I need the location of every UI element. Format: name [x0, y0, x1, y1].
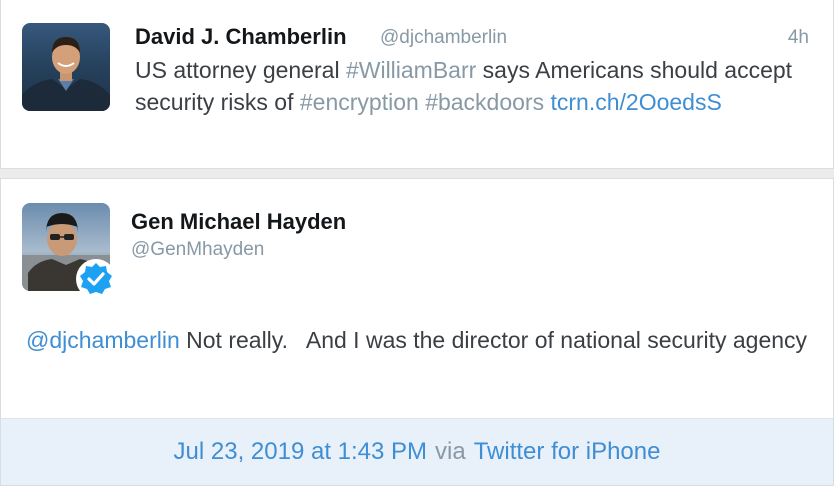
timestamp[interactable]: 4h	[788, 27, 809, 49]
avatar[interactable]	[22, 23, 110, 111]
tweet-date-link[interactable]: Jul 23, 2019 at 1:43 PM	[174, 438, 428, 466]
avatar-photo	[22, 37, 110, 111]
mention-link[interactable]: @djchamberlin	[26, 327, 180, 353]
tweet-text: US attorney general #WilliamBarr says Am…	[135, 54, 805, 118]
hashtag-link[interactable]: #encryption	[300, 89, 419, 115]
via-label: via	[435, 438, 466, 465]
author-name[interactable]: David J. Chamberlin	[135, 24, 347, 50]
tweet-text-segment: US attorney general	[135, 57, 346, 83]
tweet-card[interactable]: David J. Chamberlin @djchamberlin 4h US …	[0, 0, 834, 169]
tweet-text: @djchamberlin Not really. And I was the …	[26, 324, 816, 356]
hashtag-link[interactable]: #backdoors	[425, 89, 544, 115]
tweet-detail-card: Gen Michael Hayden @GenMhayden @djchambe…	[0, 178, 834, 486]
author-handle[interactable]: @GenMhayden	[131, 239, 264, 261]
source-link[interactable]: Twitter for iPhone	[474, 438, 661, 466]
author-handle[interactable]: @djchamberlin	[380, 27, 507, 49]
author-name[interactable]: Gen Michael Hayden	[131, 209, 346, 235]
hashtag-link[interactable]: #WilliamBarr	[346, 57, 476, 83]
url-link[interactable]: tcrn.ch/2OoedsS	[551, 89, 722, 115]
tweet-text-segment: Not really. And I was the director of na…	[179, 327, 808, 353]
verified-badge-icon	[76, 259, 116, 299]
tweet-footer: Jul 23, 2019 at 1:43 PM via Twitter for …	[1, 418, 833, 485]
